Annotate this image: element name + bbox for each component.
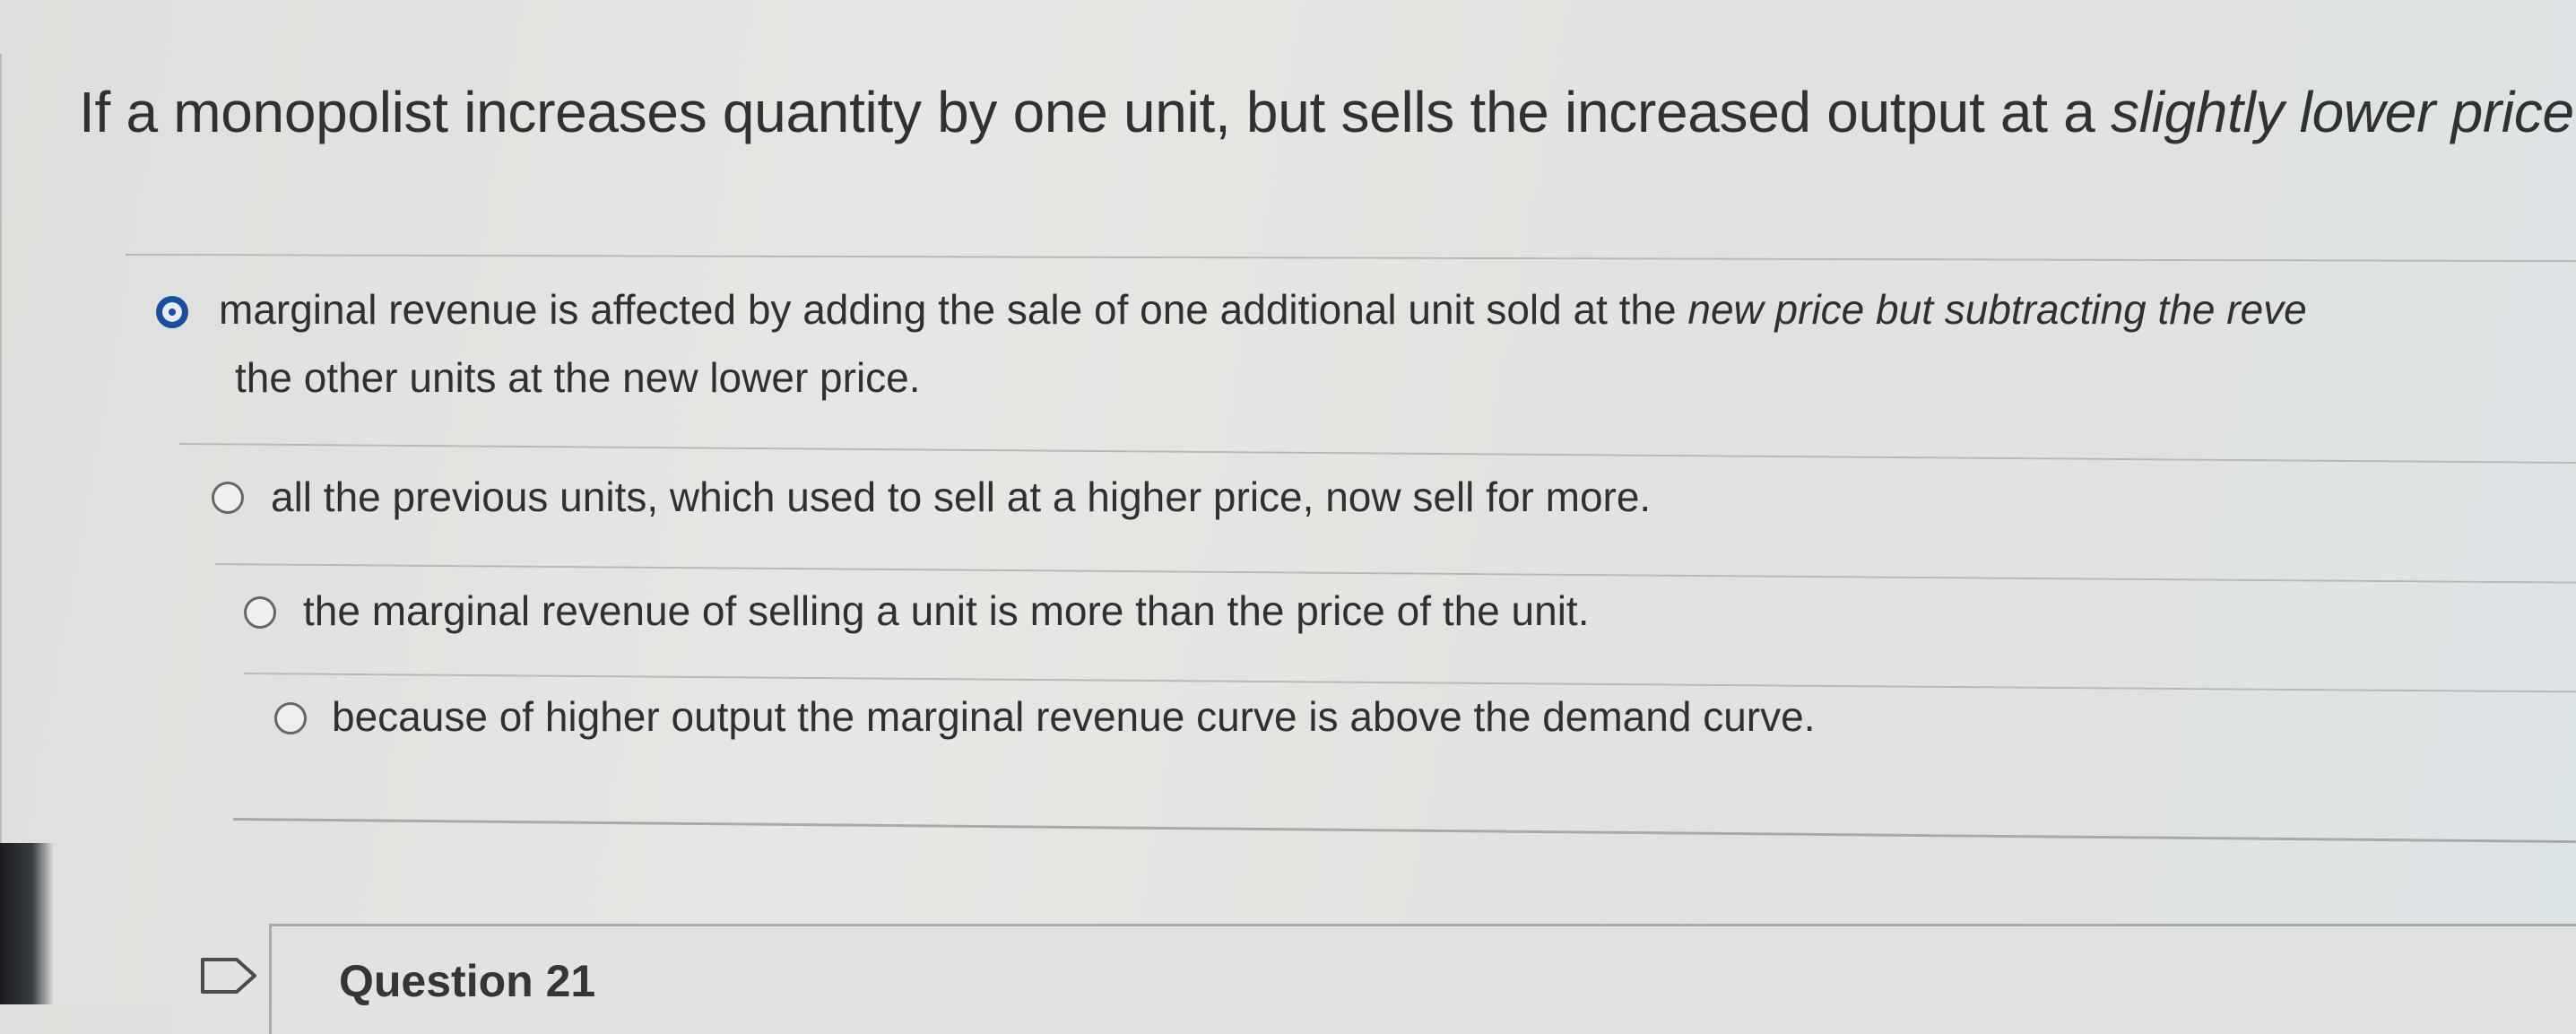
option-2-text: all the previous units, which used to se… <box>271 474 1652 520</box>
flag-icon[interactable] <box>199 952 262 1002</box>
option-3-text: the marginal revenue of selling a unit i… <box>303 587 1590 634</box>
device-edge <box>0 843 54 1004</box>
option-1-line-1: marginal revenue is affected by adding t… <box>219 286 2307 333</box>
prompt-text: If a monopolist increases quantity by on… <box>79 80 2111 144</box>
radio-button-selected[interactable] <box>156 296 188 328</box>
radio-button[interactable] <box>244 596 276 629</box>
prompt-italic-text: slightly lower price <box>2110 80 2574 144</box>
radio-button[interactable] <box>212 482 244 514</box>
option-4-text: because of higher output the marginal re… <box>332 693 1816 740</box>
question-number-heading: Question 21 <box>339 956 596 1006</box>
question-prompt: If a monopolist increases quantity by on… <box>79 79 2576 145</box>
option-1-line-2: the other units at the new lower price. <box>235 354 921 401</box>
radio-button[interactable] <box>274 702 307 734</box>
next-question-card <box>269 924 2576 1034</box>
